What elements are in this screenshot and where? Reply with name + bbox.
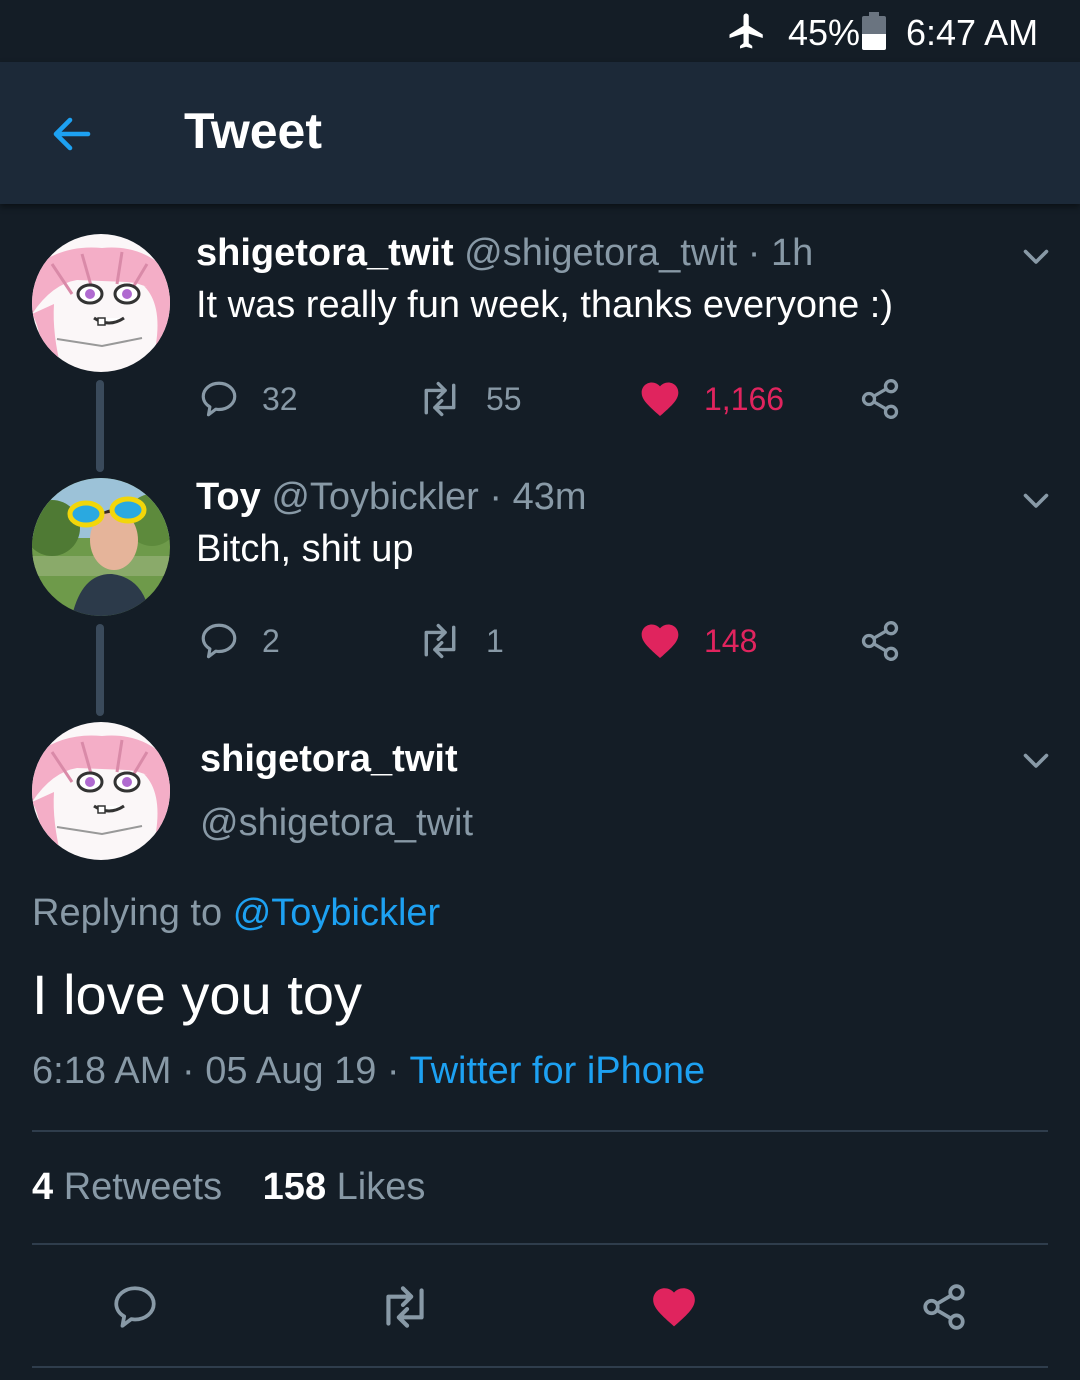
heart-filled-icon <box>641 382 679 417</box>
replying-handle-link[interactable]: @Toybickler <box>233 892 441 934</box>
reply-icon[interactable] <box>110 1282 160 1332</box>
timestamp: 6:18 AM · 05 Aug 19 · <box>32 1050 400 1092</box>
like-button[interactable]: 148 <box>638 616 757 666</box>
avatar[interactable] <box>32 722 170 860</box>
reply-icon <box>201 623 237 659</box>
anime-avatar-image <box>32 234 170 372</box>
chevron-down-icon[interactable] <box>1018 742 1054 778</box>
display-name[interactable]: Toy <box>196 476 261 518</box>
heart-filled-icon <box>641 624 679 659</box>
back-arrow-icon[interactable] <box>48 110 96 158</box>
share-button[interactable] <box>858 374 902 424</box>
share-icon[interactable] <box>919 1282 969 1332</box>
chevron-down-icon[interactable] <box>1018 238 1054 274</box>
reply-button[interactable]: 32 <box>198 374 298 424</box>
likes-label: Likes <box>336 1166 426 1208</box>
battery-percent: 45% <box>788 12 861 53</box>
anime-avatar-image <box>32 722 170 860</box>
page-title: Tweet <box>184 103 322 159</box>
retweet-count: 55 <box>486 380 522 417</box>
thread-connector <box>96 380 104 472</box>
display-name[interactable]: shigetora_twit <box>196 232 454 274</box>
reply-button[interactable]: 2 <box>198 616 280 666</box>
retweet-button[interactable]: 55 <box>416 374 522 424</box>
retweets-stat[interactable]: 4 Retweets <box>32 1166 222 1208</box>
replying-prefix: Replying to <box>32 892 223 934</box>
likes-stat[interactable]: 158 Likes <box>263 1166 426 1208</box>
retweets-label: Retweets <box>63 1166 223 1208</box>
client-link[interactable]: Twitter for iPhone <box>409 1050 705 1092</box>
share-button[interactable] <box>858 616 902 666</box>
retweet-icon[interactable] <box>376 1282 434 1332</box>
airplane-mode-icon <box>729 13 763 49</box>
share-icon <box>861 621 899 661</box>
replying-to: Replying to @Toybickler <box>32 892 440 935</box>
status-bar: 45% 6:47 AM <box>0 0 1080 62</box>
handle-and-time: @shigetora_twit · 1h <box>464 232 814 274</box>
tweet-header: Toy @Toybickler · 43m <box>196 476 587 519</box>
display-name[interactable]: shigetora_twit <box>200 738 458 781</box>
tweet-stats: 4 Retweets 158 Likes <box>32 1166 455 1209</box>
like-count: 148 <box>704 622 758 659</box>
retweet-icon <box>424 623 456 659</box>
share-icon <box>861 379 899 419</box>
retweet-button[interactable]: 1 <box>416 616 504 666</box>
tweet-meta: 6:18 AM · 05 Aug 19 · Twitter for iPhone <box>32 1050 705 1093</box>
person-photo-avatar <box>32 478 170 616</box>
user-handle[interactable]: @shigetora_twit <box>200 802 473 845</box>
reply-icon <box>201 381 237 417</box>
tweet-text: Bitch, shit up <box>196 528 414 570</box>
app-bar: Tweet <box>0 62 1080 204</box>
thread-connector <box>96 624 104 716</box>
battery-icon <box>862 12 886 50</box>
divider <box>32 1366 1048 1368</box>
avatar[interactable] <box>32 478 170 616</box>
tweet-header: shigetora_twit @shigetora_twit · 1h <box>196 232 813 275</box>
divider <box>32 1243 1048 1245</box>
avatar[interactable] <box>32 234 170 372</box>
tweet-text: I love you toy <box>32 963 362 1026</box>
retweet-icon <box>424 381 456 417</box>
retweet-count: 1 <box>486 622 504 659</box>
like-button[interactable]: 1,166 <box>638 374 784 424</box>
like-total: 158 <box>262 1166 327 1208</box>
reply-count: 32 <box>262 380 298 417</box>
tweet-text: It was really fun week, thanks everyone … <box>196 284 893 326</box>
retweet-total: 4 <box>32 1166 54 1208</box>
handle-and-time: @Toybickler · 43m <box>271 476 587 518</box>
divider <box>32 1130 1048 1132</box>
heart-filled-icon[interactable] <box>649 1282 699 1332</box>
reply-count: 2 <box>262 622 280 659</box>
chevron-down-icon[interactable] <box>1018 482 1054 518</box>
clock: 6:47 AM <box>906 12 1039 53</box>
like-count: 1,166 <box>704 380 785 417</box>
